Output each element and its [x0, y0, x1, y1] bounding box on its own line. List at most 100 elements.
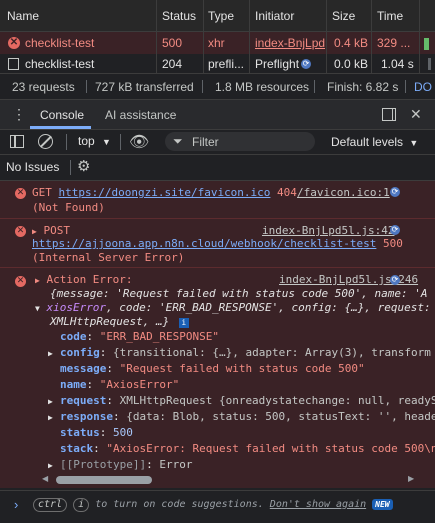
network-table-header: Name Status Type Initiator Size Time: [0, 0, 435, 32]
console-prompt[interactable]: › ctrl i to turn on code suggestions. Do…: [0, 490, 435, 523]
no-issues-label[interactable]: No Issues: [6, 160, 59, 174]
context-selector[interactable]: top ▼: [78, 134, 111, 148]
close-drawer-icon[interactable]: ✕: [410, 100, 422, 129]
property-colon: :: [146, 458, 160, 471]
object-property-row[interactable]: ▶ request: XMLHttpRequest {onreadystatech…: [48, 394, 435, 407]
console-error-message: ✕ ▶ POST index-BnjLpd5l.js:42 ⟳ https://…: [0, 219, 435, 268]
preflight-icon[interactable]: ⟳: [301, 58, 312, 69]
request-name: checklist-test: [25, 36, 95, 50]
dom-content-loaded: DO: [414, 79, 432, 94]
object-preview: XMLHttpRequest, …}: [50, 315, 170, 328]
scrollbar-thumb[interactable]: [56, 476, 152, 484]
waterfall-bar: [428, 58, 431, 70]
property-value: 500: [113, 426, 133, 439]
object-property-row[interactable]: ▶ [[Prototype]]: Error: [48, 458, 192, 471]
console-error-message: ✕ ▶ Action Error: index-BnjLpd5l.js:246 …: [0, 268, 435, 488]
request-name: checklist-test: [25, 56, 95, 71]
insights-icon[interactable]: ⟳: [390, 225, 400, 235]
property-key: status: [60, 426, 100, 439]
code-suggestions-hint: to turn on code suggestions.: [95, 499, 264, 510]
object-preview[interactable]: ▼ xiosError, code: 'ERR_BAD_RESPONSE', c…: [35, 301, 431, 314]
property-colon: :: [86, 378, 100, 391]
expand-triangle-icon[interactable]: ▶: [35, 276, 40, 285]
collapse-triangle-icon[interactable]: ▼: [35, 304, 40, 313]
error-icon: ✕: [8, 37, 20, 49]
request-time: 329 ...: [377, 36, 411, 50]
sidebar-toggle-icon[interactable]: [10, 135, 24, 148]
resources-size: 1.8 MB resources: [215, 79, 310, 94]
transferred-size: 727 kB transferred: [95, 79, 194, 94]
filter-input[interactable]: ⏷ Filter: [165, 132, 315, 151]
filter-icon: ⏷: [173, 134, 183, 148]
column-header-type[interactable]: Type: [208, 0, 248, 31]
object-property-row: message: "Request failed with status cod…: [48, 362, 365, 375]
source-link[interactable]: /favicon.ico:1: [297, 186, 390, 199]
live-expression-eye-icon[interactable]: 👁: [129, 132, 149, 152]
log-levels-dropdown[interactable]: Default levels ▼: [331, 135, 418, 149]
property-key: request: [60, 394, 107, 407]
expand-triangle-icon[interactable]: ▶: [48, 349, 60, 358]
tab-console[interactable]: Console: [40, 100, 84, 129]
object-preview: {message: 'Request failed with status co…: [50, 287, 428, 300]
kbd-i: i: [73, 498, 90, 512]
waterfall-bar: [424, 38, 429, 50]
object-property-row[interactable]: ▶ response: {data: Blob, status: 500, sta…: [48, 410, 435, 423]
property-value: "Request failed with status code 500": [119, 362, 365, 375]
property-colon: :: [106, 362, 120, 375]
info-icon[interactable]: i: [178, 318, 189, 328]
dock-side-icon[interactable]: [382, 100, 396, 129]
scroll-left-icon[interactable]: ◀: [42, 474, 48, 483]
object-property-row[interactable]: ▶ config: {transitional: {…}, adapter: Ar…: [48, 346, 431, 359]
expand-triangle-icon[interactable]: ▶: [48, 413, 60, 422]
tab-ai-assistance[interactable]: AI assistance: [105, 100, 176, 129]
property-value: {data: Blob, status: 500, statusText: ''…: [126, 410, 435, 423]
request-url-link[interactable]: https://ajjoona.app.n8n.cloud/webhook/ch…: [32, 237, 376, 250]
request-initiator[interactable]: Preflight: [255, 57, 299, 71]
expand-triangle-icon[interactable]: ▶: [32, 227, 37, 236]
console-settings-gear-icon[interactable]: ⚙: [77, 157, 90, 175]
insights-icon[interactable]: ⟳: [390, 187, 400, 197]
request-url-link[interactable]: https://doongzi.site/favicon.ico: [59, 186, 271, 199]
request-status: 500: [162, 36, 183, 50]
request-type: xhr: [208, 36, 225, 50]
property-key: response: [60, 410, 113, 423]
object-property-row: status: 500: [48, 426, 133, 439]
expand-triangle-icon[interactable]: ▶: [48, 461, 60, 470]
column-header-size[interactable]: Size: [332, 0, 370, 31]
column-header-status[interactable]: Status: [162, 0, 202, 31]
property-colon: :: [93, 442, 107, 455]
property-colon: :: [86, 330, 100, 343]
horizontal-scrollbar[interactable]: ◀ ▶: [40, 474, 435, 486]
expand-triangle-icon[interactable]: ▶: [48, 397, 60, 406]
property-value: {transitional: {…}, adapter: Array(3), t…: [113, 346, 431, 359]
object-property-row: code: "ERR_BAD_RESPONSE": [48, 330, 219, 343]
property-key: code: [60, 330, 87, 343]
scroll-right-icon[interactable]: ▶: [408, 474, 414, 483]
dont-show-again-link[interactable]: Don't show again: [270, 499, 366, 510]
request-time: 1.04 s: [381, 56, 414, 71]
error-icon: ✕: [15, 188, 26, 199]
property-value: "AxiosError: Request failed with status …: [106, 442, 435, 455]
property-value: XMLHttpRequest {onreadystatechange: null…: [119, 394, 435, 407]
network-request-row[interactable]: ✕ checklist-test 500 xhr index-BnjLpd 0.…: [0, 32, 435, 54]
object-property-row: stack: "AxiosError: Request failed with …: [48, 442, 435, 455]
document-icon: [8, 57, 19, 70]
property-key: config: [60, 346, 100, 359]
network-request-row[interactable]: checklist-test 204 prefli... Preflight ⟳…: [0, 54, 435, 74]
console-error-message: ✕ GET https://doongzi.site/favicon.ico 4…: [0, 181, 435, 219]
insights-icon[interactable]: ⟳: [390, 275, 400, 285]
column-header-name[interactable]: Name: [7, 0, 157, 31]
property-colon: :: [112, 410, 127, 423]
column-header-time[interactable]: Time: [377, 0, 417, 31]
console-toolbar: top ▼ 👁 ⏷ Filter Default levels ▼: [0, 130, 435, 155]
error-icon: ✕: [15, 226, 26, 237]
request-status: 204: [162, 56, 183, 71]
tab-active-indicator: [30, 126, 91, 129]
column-header-initiator[interactable]: Initiator: [255, 0, 325, 31]
source-link[interactable]: index-BnjLpd5l.js:42: [262, 224, 394, 237]
drawer-menu-icon[interactable]: ⋮: [12, 100, 26, 129]
property-colon: :: [99, 346, 113, 359]
clear-console-icon[interactable]: [38, 134, 53, 149]
request-initiator-link[interactable]: index-BnjLpd: [255, 36, 325, 50]
filter-placeholder: Filter: [192, 135, 219, 149]
